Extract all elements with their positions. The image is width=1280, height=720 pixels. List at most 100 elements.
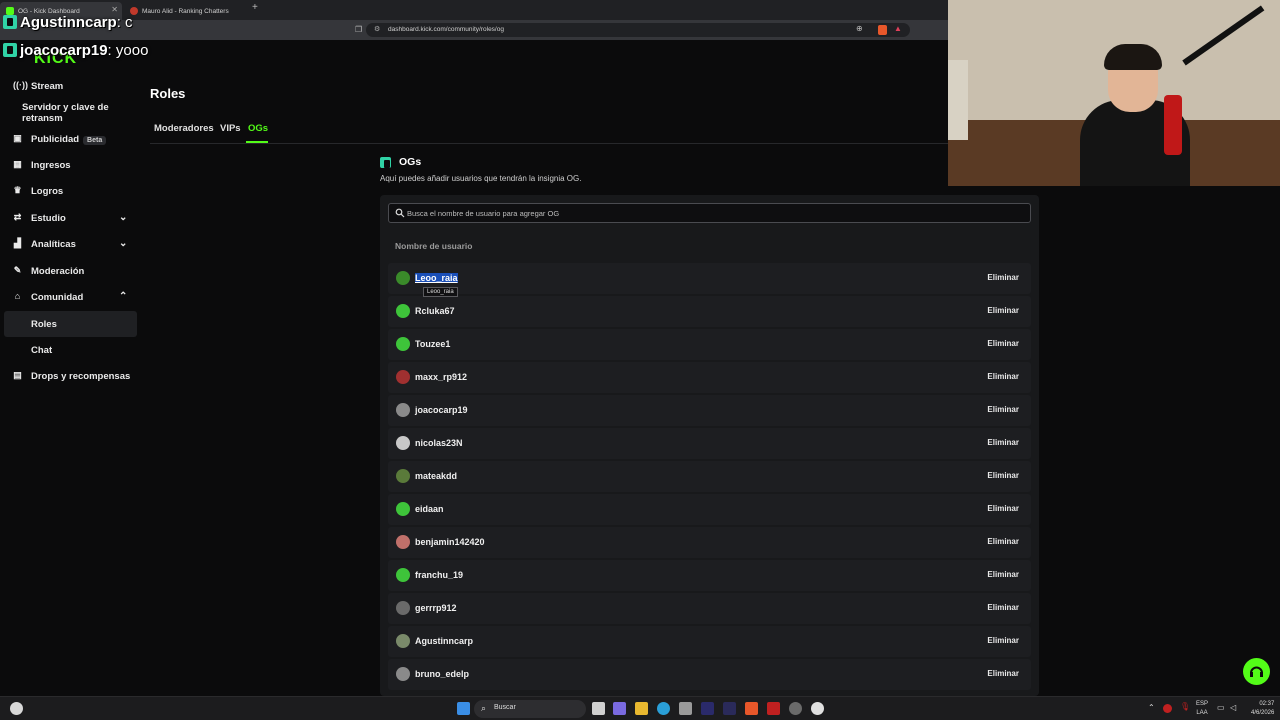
remove-button[interactable]: Eliminar (983, 535, 1023, 548)
input-language[interactable]: ESP LAA (1196, 700, 1208, 718)
sidebar-item-ingresos[interactable]: ▦ Ingresos (4, 152, 137, 178)
username[interactable]: Rcluka67 (415, 306, 455, 316)
username[interactable]: Leoo_raia (415, 273, 458, 283)
calculator-icon[interactable] (679, 702, 692, 715)
obs-icon[interactable] (789, 702, 802, 715)
url-field[interactable]: ⚙ dashboard.kick.com/community/roles/og … (366, 23, 910, 37)
file-explorer-icon[interactable] (635, 702, 648, 715)
remove-button[interactable]: Eliminar (983, 337, 1023, 350)
sidebar-item-moderacion[interactable]: ✎ Moderación (4, 258, 137, 284)
remove-button[interactable]: Eliminar (983, 634, 1023, 647)
avatar (396, 601, 410, 615)
browser-tab-ranking[interactable]: Mauro Alid - Ranking Chatters (124, 2, 248, 20)
copilot-icon[interactable] (613, 702, 626, 715)
remove-button[interactable]: Eliminar (983, 436, 1023, 449)
app-circle-icon[interactable] (811, 702, 824, 715)
volume-icon[interactable]: ◁ (1230, 703, 1236, 712)
chevron-down-icon[interactable]: ⌄ (119, 213, 129, 223)
tab-vips[interactable]: VIPs (220, 123, 241, 134)
webcam-person-hair (1104, 44, 1162, 70)
brave-icon[interactable] (745, 702, 758, 715)
username[interactable]: eidaan (415, 504, 444, 514)
sidebar-item-comunidad[interactable]: ⌂ Comunidad ⌃ (4, 284, 137, 310)
sidebar-item-label: Publicidad (31, 133, 80, 145)
remove-button[interactable]: Eliminar (983, 403, 1023, 416)
sidebar-item-drops[interactable]: ▤ Drops y recompensas (4, 363, 137, 389)
beta-badge: Beta (83, 135, 107, 145)
avatar (396, 436, 410, 450)
sidebar-item-logros[interactable]: ♛ Logros (4, 178, 137, 204)
sidebar-item-roles[interactable]: Roles (4, 311, 137, 337)
user-row: joacocarp19 Eliminar (388, 395, 1031, 426)
site-info-icon[interactable]: ⚙ (374, 25, 380, 33)
sidebar-item-stream[interactable]: ((·)) Stream (4, 73, 137, 99)
remove-button[interactable]: Eliminar (983, 370, 1023, 383)
remove-button[interactable]: Eliminar (983, 502, 1023, 515)
app-am-icon[interactable] (723, 702, 736, 715)
search-input[interactable] (407, 206, 1007, 220)
remove-button[interactable]: Eliminar (983, 568, 1023, 581)
og-badge-icon (3, 43, 17, 57)
app-red-icon[interactable] (767, 702, 780, 715)
sidebar-item-stream-key[interactable]: Servidor y clave de retransm (4, 100, 137, 126)
system-clock[interactable]: 02:37 4/6/2026 (1251, 700, 1274, 718)
tray-expand-icon[interactable]: ⌃ (1148, 703, 1155, 712)
task-view-icon[interactable] (592, 702, 605, 715)
new-tab-icon[interactable]: + (252, 2, 258, 13)
sidebar-item-chat[interactable]: Chat (4, 337, 137, 363)
remove-button[interactable]: Eliminar (983, 304, 1023, 317)
column-header-username: Nombre de usuario (395, 241, 473, 251)
webcam-overlay (948, 0, 1280, 186)
webcam-microphone (1164, 95, 1182, 155)
avatar (396, 634, 410, 648)
avatar (396, 667, 410, 681)
chevron-down-icon[interactable]: ⌄ (119, 239, 129, 249)
username[interactable]: joacocarp19 (415, 405, 468, 415)
sidebar-item-analiticas[interactable]: ▟ Analíticas ⌄ (4, 231, 137, 257)
revenue-icon: ▦ (13, 159, 22, 169)
remove-button[interactable]: Eliminar (983, 271, 1023, 284)
bookmark-icon[interactable]: ❐ (355, 25, 362, 34)
taskbar-search[interactable]: ⌕ Buscar (474, 700, 586, 718)
wrench-icon: ✎ (13, 265, 22, 275)
rewards-icon[interactable]: ▲ (894, 24, 902, 33)
overlay-chat-message: Agustinncarp: c (3, 14, 133, 31)
username[interactable]: Touzee1 (415, 339, 450, 349)
tray-app-icon[interactable] (1163, 704, 1172, 713)
username[interactable]: mateakdd (415, 471, 457, 481)
network-icon[interactable]: ▭ (1217, 703, 1225, 712)
brave-shield-icon[interactable] (878, 25, 887, 35)
username[interactable]: maxx_rp912 (415, 372, 467, 382)
weather-icon[interactable] (10, 702, 23, 715)
username[interactable]: franchu_19 (415, 570, 463, 580)
username[interactable]: benjamin142420 (415, 537, 485, 547)
windows-start-icon[interactable] (457, 702, 470, 715)
section-description: Aquí puedes añadir usuarios que tendrán … (380, 174, 582, 183)
remove-button[interactable]: Eliminar (983, 469, 1023, 482)
edge-icon[interactable] (657, 702, 670, 715)
username[interactable]: gerrrp912 (415, 603, 457, 613)
microphone-icon[interactable]: 🎙 (1180, 702, 1190, 711)
remove-button[interactable]: Eliminar (983, 667, 1023, 680)
user-row: Agustinncarp Eliminar (388, 626, 1031, 657)
username[interactable]: bruno_edelp (415, 669, 469, 679)
sidebar-item-publicidad[interactable]: ▣ Publicidad Beta (4, 126, 137, 152)
tab-ogs[interactable]: OGs (248, 123, 268, 134)
og-users-panel: Nombre de usuario Leoo_raia Eliminar Rcluk… (380, 195, 1039, 696)
sidebar-item-estudio[interactable]: ⇄ Estudio ⌄ (4, 205, 137, 231)
chat-message: : c (116, 14, 133, 31)
close-icon[interactable]: ✕ (111, 5, 118, 14)
support-chat-button[interactable] (1243, 658, 1270, 685)
user-row: Touzee1 Eliminar (388, 329, 1031, 360)
tab-moderadores[interactable]: Moderadores (154, 123, 214, 134)
chevron-up-icon[interactable]: ⌃ (119, 292, 129, 302)
app-fe-icon[interactable] (701, 702, 714, 715)
search-box[interactable] (388, 203, 1031, 223)
avatar (396, 271, 410, 285)
username[interactable]: nicolas23N (415, 438, 463, 448)
headset-icon (1250, 666, 1263, 677)
zoom-icon[interactable]: ⊕ (856, 24, 863, 33)
remove-button[interactable]: Eliminar (983, 601, 1023, 614)
section-title: OGs (380, 156, 421, 168)
username[interactable]: Agustinncarp (415, 636, 473, 646)
